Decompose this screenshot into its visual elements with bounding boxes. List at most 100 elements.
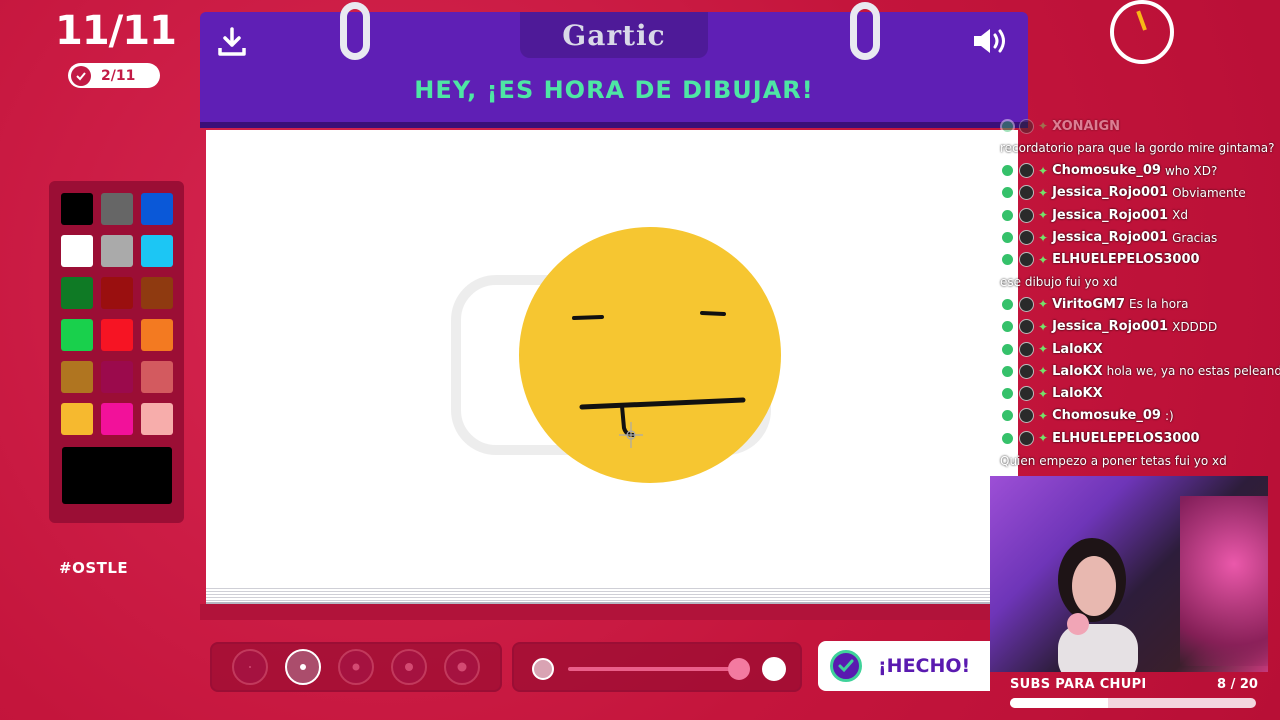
chat-username: ViritoGM7 <box>1052 296 1126 312</box>
mod-badge-icon <box>1000 363 1015 379</box>
mod-badge-icon <box>1000 230 1015 245</box>
opacity-track[interactable] <box>568 667 738 671</box>
sub-goal-progress <box>1010 698 1256 708</box>
chat-username: Jessica_Rojo001 <box>1052 319 1169 335</box>
opacity-handle[interactable] <box>728 658 750 680</box>
chat-username: ELHUELEPELOS3000 <box>1052 430 1200 446</box>
color-swatch[interactable] <box>60 277 93 309</box>
webcam-feed <box>990 476 1268 672</box>
chat-message: ese dibujo fui yo xd <box>1000 272 1117 292</box>
sub-badge-icon: ✦ <box>1038 364 1049 379</box>
binder-ring-icon <box>850 2 880 60</box>
hashtag: #OSTLE <box>59 559 129 577</box>
sub-badge-icon: ✦ <box>1038 297 1049 312</box>
color-swatch[interactable] <box>60 361 93 393</box>
binder-ring-icon <box>340 2 370 60</box>
color-palette <box>49 181 184 523</box>
chat-username: XONAIGN <box>1052 118 1121 134</box>
check-icon <box>71 65 91 86</box>
mod-badge-icon <box>1000 341 1015 357</box>
chat-text: who XD? <box>1164 163 1218 178</box>
mod-badge-icon <box>1000 386 1015 402</box>
color-swatch[interactable] <box>100 361 133 393</box>
mod-badge-icon <box>1000 408 1015 424</box>
color-swatch[interactable] <box>100 277 133 309</box>
chat-message: ✦ Jessica_Rojo001 Obviamente <box>1000 183 1246 203</box>
color-swatch[interactable] <box>140 403 173 435</box>
color-swatch[interactable] <box>100 403 133 435</box>
avatar <box>1019 363 1034 379</box>
players-done-count: 2/11 <box>101 67 136 84</box>
chat-message: ✦ Jessica_Rojo001 XDDDD <box>1000 317 1217 337</box>
chat-text: Obviamente <box>1172 185 1246 200</box>
chat-message: ✦ XONAIGN <box>1000 116 1120 136</box>
chat-message: ✦ ELHUELEPELOS3000 <box>1000 250 1200 270</box>
round-counter: 11/11 <box>55 8 177 54</box>
brush-size-option[interactable] <box>337 649 374 685</box>
chat-message: ✦ Jessica_Rojo001 Gracias <box>1000 228 1217 248</box>
done-button[interactable]: ¡HECHO! <box>818 641 990 691</box>
download-icon[interactable] <box>216 26 248 58</box>
avatar <box>1019 296 1034 312</box>
chat-username: Chomosuke_09 <box>1052 163 1161 179</box>
avatar <box>1019 319 1034 335</box>
chat-message: Quien empezo a poner tetas fui yo xd <box>1000 451 1227 471</box>
avatar <box>1019 185 1034 201</box>
drawing <box>451 227 781 483</box>
brush-size-option[interactable] <box>232 649 269 685</box>
brand-logo: Gartic <box>562 18 666 52</box>
color-swatch[interactable] <box>100 235 133 267</box>
brush-size-option[interactable] <box>285 649 322 685</box>
color-swatch[interactable] <box>140 277 173 309</box>
mod-badge-icon <box>1000 296 1015 312</box>
speaker-icon[interactable] <box>972 26 1012 56</box>
page-title: HEY, ¡ES HORA DE DIBUJAR! <box>414 76 814 104</box>
avatar <box>1019 252 1034 268</box>
color-swatch[interactable] <box>60 403 93 435</box>
sub-badge-icon: ✦ <box>1038 119 1049 133</box>
timer-icon <box>1110 0 1174 64</box>
avatar <box>1019 386 1034 402</box>
mod-badge-icon <box>1000 185 1015 201</box>
chat-text: recordatorio para que la gordo mire gint… <box>1000 141 1275 156</box>
brush-size-option[interactable] <box>390 649 427 685</box>
opacity-preview <box>532 658 554 680</box>
chat-overlay: ✦ XONAIGN recordatorio para que la gordo m… <box>1000 116 1280 480</box>
drawing-canvas[interactable] <box>206 130 1018 590</box>
color-swatch[interactable] <box>60 319 93 351</box>
color-swatch[interactable] <box>140 193 173 225</box>
brush-size-option[interactable] <box>443 649 480 685</box>
check-icon <box>830 650 862 682</box>
chat-username: LaloKX <box>1052 363 1103 379</box>
chat-message: ✦ Chomosuke_09:) <box>1000 406 1174 426</box>
sub-badge-icon: ✦ <box>1038 185 1049 200</box>
sub-badge-icon: ✦ <box>1038 208 1049 223</box>
avatar <box>1019 408 1034 424</box>
swatch-grid <box>59 193 174 435</box>
chat-username: Jessica_Rojo001 <box>1052 230 1169 245</box>
color-swatch[interactable] <box>60 235 93 267</box>
sub-badge-icon: ✦ <box>1038 163 1049 178</box>
mod-badge-icon <box>1000 319 1015 335</box>
chat-message: ✦ Jessica_Rojo001 Xd <box>1000 205 1188 225</box>
brand-tab: Gartic <box>520 12 708 58</box>
mod-badge-icon <box>1000 207 1015 223</box>
sub-badge-icon: ✦ <box>1038 431 1049 446</box>
avatar <box>1019 341 1034 357</box>
chat-message: ✦ ELHUELEPELOS3000 <box>1000 428 1200 448</box>
chat-message: ✦ ViritoGM7 Es la hora <box>1000 294 1188 314</box>
color-swatch[interactable] <box>60 193 93 225</box>
chat-username: LaloKX <box>1052 386 1103 402</box>
color-swatch[interactable] <box>140 319 173 351</box>
color-swatch[interactable] <box>100 319 133 351</box>
avatar <box>1019 207 1034 223</box>
done-button-label: ¡HECHO! <box>878 655 971 677</box>
color-swatch[interactable] <box>100 193 133 225</box>
opacity-slider[interactable] <box>512 642 802 692</box>
color-swatch[interactable] <box>140 235 173 267</box>
sub-goal-count: 8 / 20 <box>1217 677 1258 692</box>
sub-badge-icon: ✦ <box>1038 230 1049 245</box>
chat-message: recordatorio para que la gordo mire gint… <box>1000 138 1275 158</box>
color-swatch[interactable] <box>140 361 173 393</box>
chat-username: Jessica_Rojo001 <box>1052 185 1169 201</box>
